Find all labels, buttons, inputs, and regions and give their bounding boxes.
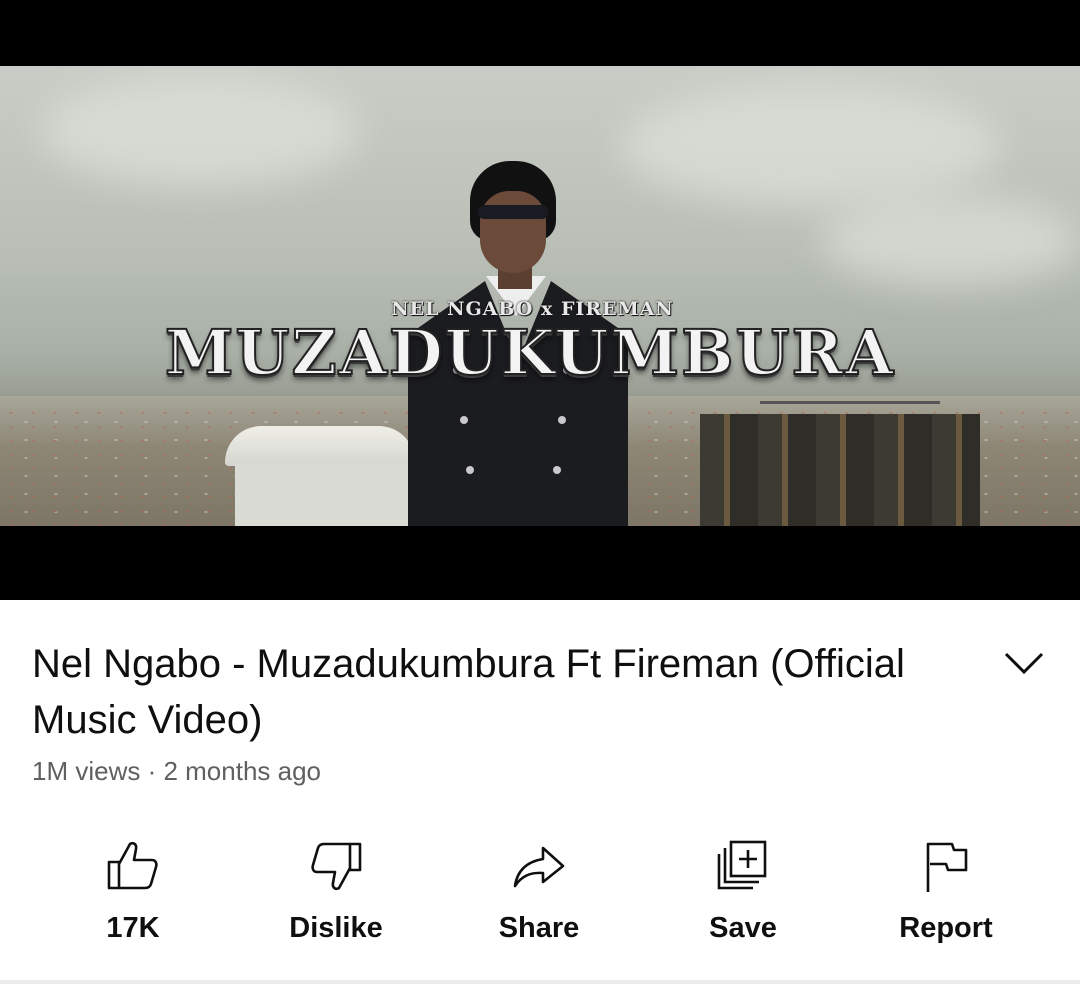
thumbs-up-icon <box>107 841 158 890</box>
share-label: Share <box>498 912 580 944</box>
video-title[interactable]: Nel Ngabo - Muzadukumbura Ft Fireman (Of… <box>32 636 932 748</box>
save-playlist-icon <box>717 840 767 890</box>
share-icon <box>513 846 565 888</box>
video-title-row[interactable]: Nel Ngabo - Muzadukumbura Ft Fireman (Of… <box>32 636 1052 748</box>
video-meta: 1M views · 2 months ago <box>32 756 322 786</box>
action-bar: 17K Dislike Share Save Report <box>0 830 1080 960</box>
logo-title: MUZADUKUMBURA <box>164 316 896 389</box>
video-title-logo: NEL NGABO x FIREMAN MUZADUKUMBURA <box>0 298 1080 389</box>
video-frame: NEL NGABO x FIREMAN MUZADUKUMBURA <box>0 66 1080 526</box>
save-label: Save <box>709 912 777 944</box>
thumbs-down-icon <box>311 842 362 891</box>
video-player[interactable]: NEL NGABO x FIREMAN MUZADUKUMBURA <box>0 0 1080 600</box>
divider <box>0 980 1080 984</box>
flag-icon <box>926 842 968 892</box>
dislike-button[interactable]: Dislike <box>246 830 426 960</box>
dislike-label: Dislike <box>289 912 383 944</box>
share-button[interactable]: Share <box>449 830 629 960</box>
like-button[interactable]: 17K <box>43 830 223 960</box>
report-label: Report <box>899 912 993 944</box>
report-button[interactable]: Report <box>856 830 1036 960</box>
save-button[interactable]: Save <box>653 830 833 960</box>
like-count: 17K <box>106 912 160 944</box>
chevron-down-icon[interactable] <box>1000 648 1048 678</box>
